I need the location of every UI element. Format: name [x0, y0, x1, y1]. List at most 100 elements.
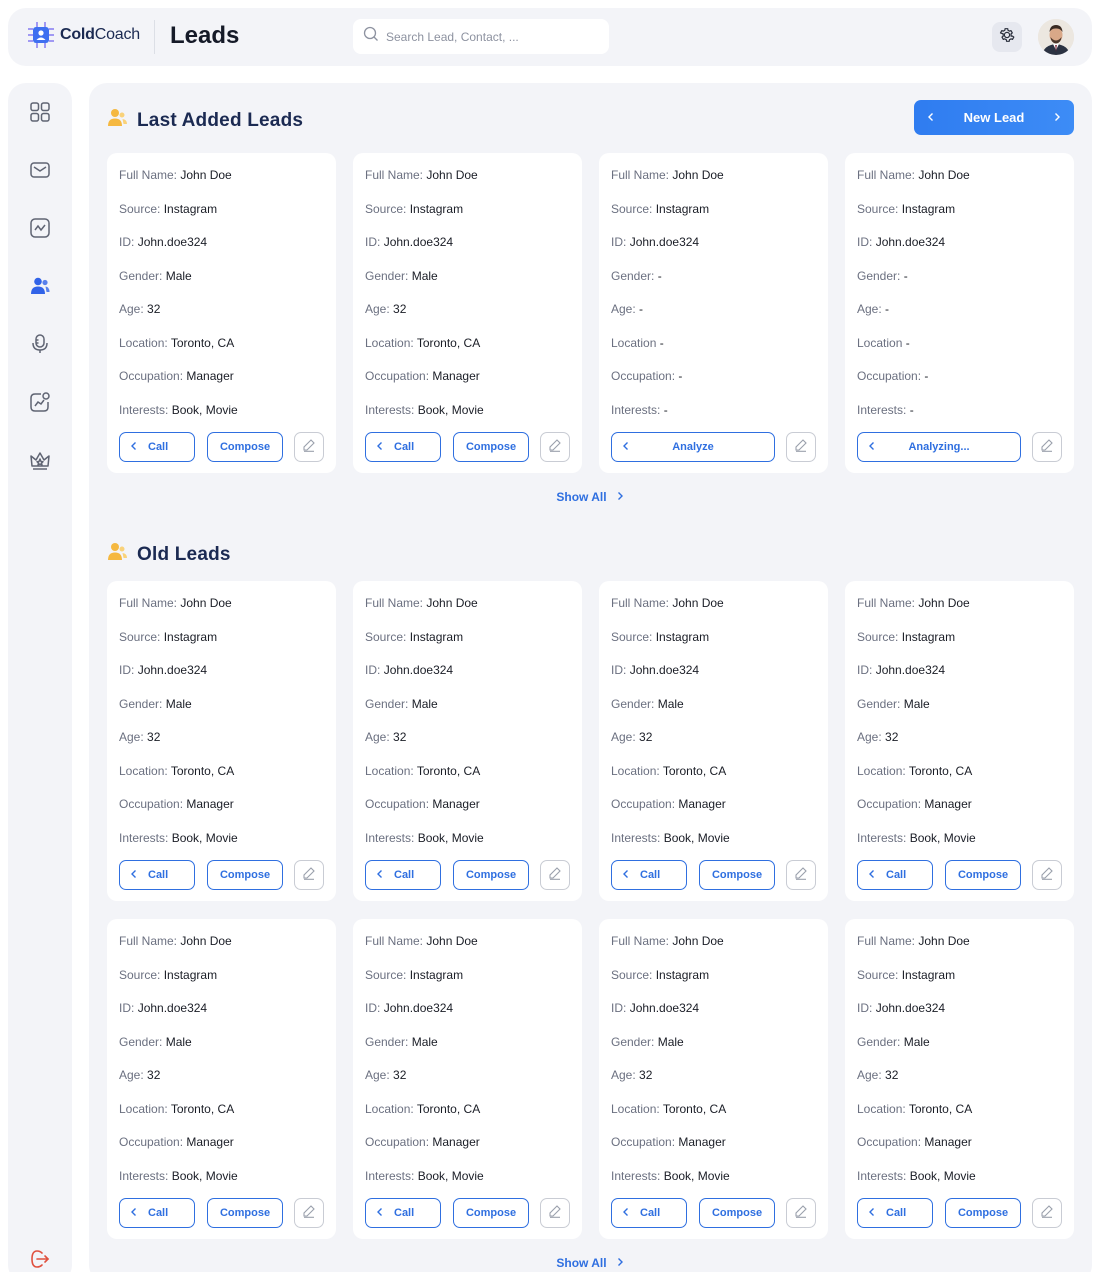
- field-label: Occupation:: [119, 369, 184, 383]
- compose-button[interactable]: Compose: [207, 432, 283, 462]
- field-label: Gender:: [857, 696, 901, 711]
- field-label: Source:: [119, 967, 161, 982]
- card-actions: Call Compose: [365, 432, 570, 462]
- new-lead-label: New Lead: [963, 110, 1025, 125]
- field-label: Source:: [365, 201, 407, 216]
- field-value: John.doe324: [383, 663, 454, 677]
- call-button[interactable]: Call: [365, 1198, 441, 1228]
- analyze-button[interactable]: Analyze: [611, 432, 775, 462]
- dashboard-icon[interactable]: [28, 100, 52, 124]
- field-value: Book, Movie: [663, 1168, 730, 1183]
- lead-field-id: ID: John.doe324: [365, 1001, 453, 1015]
- edit-button[interactable]: [294, 1198, 324, 1228]
- compose-button[interactable]: Compose: [453, 432, 529, 462]
- edit-button[interactable]: [786, 1198, 816, 1228]
- field-value: Book, Movie: [417, 830, 484, 845]
- microphone-icon[interactable]: [28, 332, 52, 356]
- lead-field-interests: Interests: Book, Movie: [119, 403, 238, 417]
- field-value: Manager: [678, 797, 726, 811]
- growth-icon[interactable]: [28, 390, 52, 414]
- field-label: Age:: [365, 302, 390, 316]
- analyze-button[interactable]: Analyzing...: [857, 432, 1021, 462]
- section-title: Last Added Leads: [137, 109, 304, 131]
- compose-button[interactable]: Compose: [207, 860, 283, 890]
- call-button[interactable]: Call: [365, 432, 441, 462]
- lead-field-age: Age: 32: [119, 730, 160, 744]
- edit-button[interactable]: [1032, 860, 1062, 890]
- field-label: Interests:: [611, 402, 661, 417]
- user-avatar[interactable]: [1038, 19, 1074, 55]
- search-input[interactable]: [386, 29, 596, 44]
- search-box[interactable]: [353, 19, 609, 54]
- call-button[interactable]: Call: [119, 860, 195, 890]
- call-button[interactable]: Call: [857, 1198, 933, 1228]
- pencil-icon: [794, 438, 808, 457]
- field-value: -: [663, 402, 668, 417]
- compose-button[interactable]: Compose: [207, 1198, 283, 1228]
- edit-button[interactable]: [1032, 1198, 1062, 1228]
- field-value: 32: [639, 730, 653, 744]
- edit-button[interactable]: [540, 1198, 570, 1228]
- pencil-icon: [302, 1204, 316, 1223]
- call-button[interactable]: Call: [365, 860, 441, 890]
- call-button[interactable]: Call: [119, 1198, 195, 1228]
- analytics-icon[interactable]: [28, 216, 52, 240]
- edit-button[interactable]: [1032, 432, 1062, 462]
- edit-button[interactable]: [786, 860, 816, 890]
- lead-field-full-name: Full Name: John Doe: [365, 168, 478, 182]
- field-label: Age:: [119, 1068, 144, 1082]
- field-value: Toronto, CA: [662, 1101, 727, 1116]
- leads-icon[interactable]: [28, 274, 52, 298]
- edit-button[interactable]: [294, 860, 324, 890]
- edit-button[interactable]: [294, 432, 324, 462]
- field-label: Full Name:: [119, 596, 178, 610]
- field-value: Book, Movie: [909, 1168, 976, 1183]
- compose-label: Compose: [219, 869, 271, 881]
- edit-button[interactable]: [786, 432, 816, 462]
- lead-field-age: Age: 32: [365, 730, 406, 744]
- compose-label: Compose: [219, 1207, 271, 1219]
- field-value: Male: [657, 1034, 684, 1049]
- field-value: 32: [639, 1068, 653, 1082]
- field-value: John Doe: [672, 934, 724, 948]
- crown-icon[interactable]: [28, 448, 52, 472]
- lead-field-occupation: Occupation: Manager: [365, 369, 480, 383]
- field-value: John.doe324: [875, 235, 946, 249]
- compose-button[interactable]: Compose: [945, 860, 1021, 890]
- lead-field-occupation: Occupation: Manager: [365, 797, 480, 811]
- settings-button[interactable]: [992, 22, 1022, 52]
- call-button[interactable]: Call: [611, 860, 687, 890]
- field-label: ID:: [365, 1001, 381, 1015]
- field-label: Source:: [857, 967, 899, 982]
- edit-button[interactable]: [540, 432, 570, 462]
- show-all-link[interactable]: Show All: [89, 1256, 1092, 1270]
- lead-card: Full Name: John Doe Source: Instagram ID: …: [845, 919, 1074, 1239]
- call-button[interactable]: Call: [857, 860, 933, 890]
- edit-button[interactable]: [540, 860, 570, 890]
- app-logo[interactable]: ColdCoach: [26, 20, 140, 50]
- compose-button[interactable]: Compose: [453, 1198, 529, 1228]
- show-all-label: Show All: [556, 1256, 607, 1270]
- compose-label: Compose: [465, 1207, 517, 1219]
- lead-field-source: Source: Instagram: [365, 630, 463, 644]
- card-actions: Call Compose: [611, 860, 816, 890]
- compose-button[interactable]: Compose: [453, 860, 529, 890]
- field-label: Source:: [857, 629, 899, 644]
- show-all-link[interactable]: Show All: [89, 490, 1092, 504]
- field-value: John Doe: [180, 934, 232, 948]
- field-value: Toronto, CA: [908, 1101, 973, 1116]
- compose-button[interactable]: Compose: [699, 860, 775, 890]
- compose-button[interactable]: Compose: [945, 1198, 1021, 1228]
- mail-icon[interactable]: [28, 158, 52, 182]
- chevron-right-icon: [615, 1256, 625, 1270]
- field-value: John Doe: [426, 596, 478, 610]
- call-button[interactable]: Call: [119, 432, 195, 462]
- field-value: John Doe: [180, 596, 232, 610]
- logout-icon[interactable]: [28, 1247, 52, 1271]
- call-button[interactable]: Call: [611, 1198, 687, 1228]
- field-label: Interests:: [119, 402, 169, 417]
- compose-button[interactable]: Compose: [699, 1198, 775, 1228]
- field-label: Source:: [365, 967, 407, 982]
- new-lead-button[interactable]: New Lead: [914, 100, 1074, 135]
- lead-field-full-name: Full Name: John Doe: [119, 596, 232, 610]
